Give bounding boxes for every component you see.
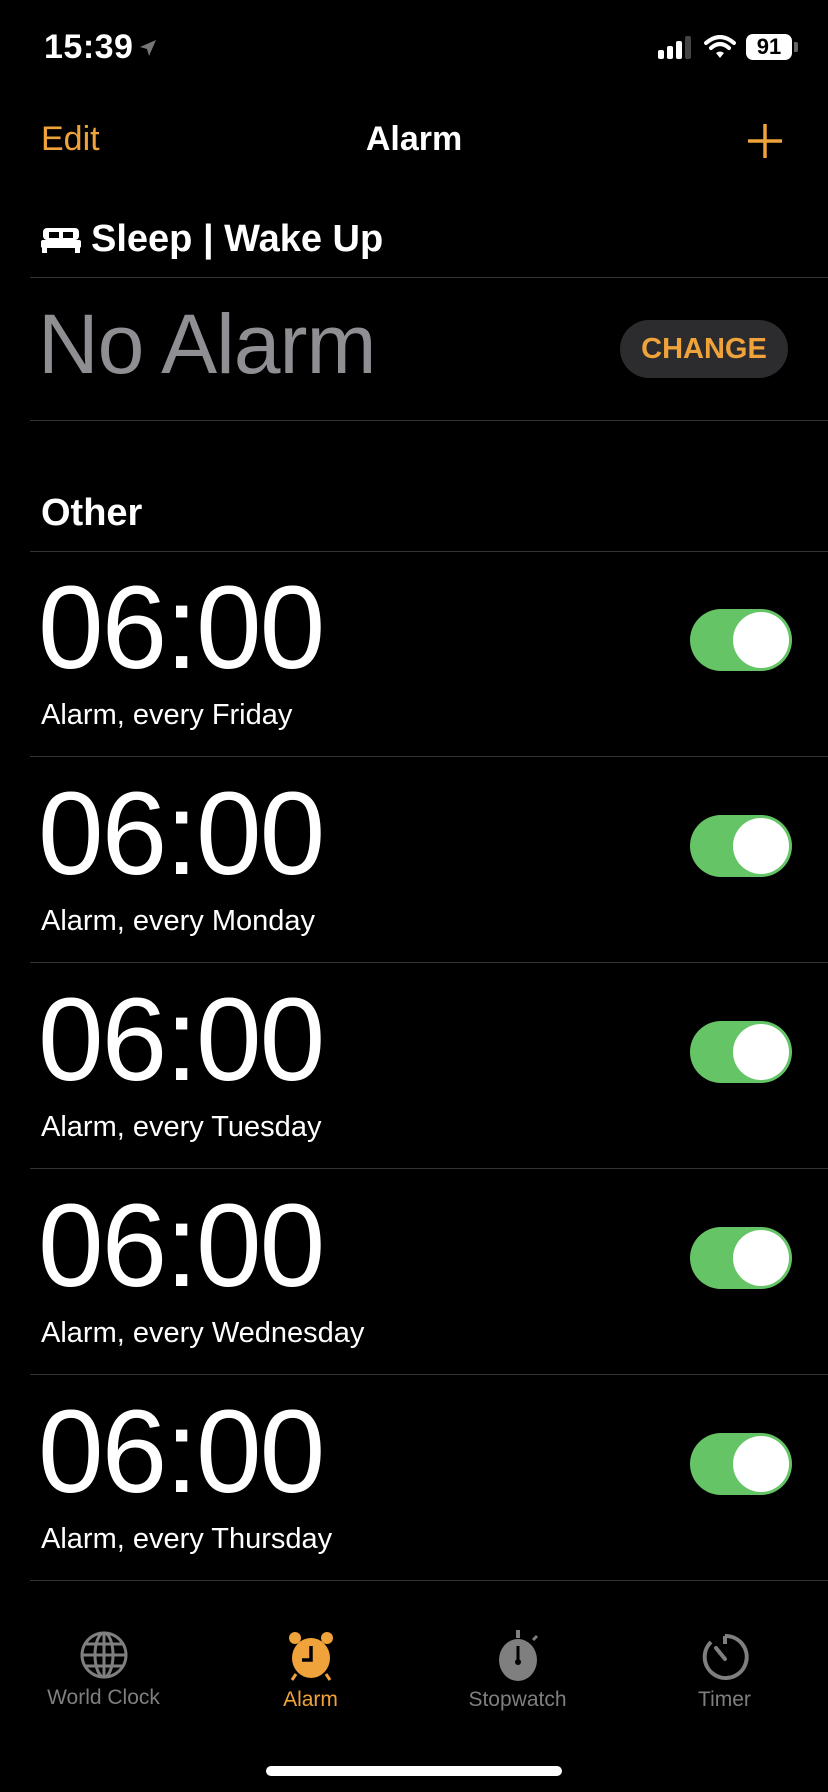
location-arrow-icon [140, 40, 156, 56]
tab-label: Stopwatch [468, 1688, 567, 1711]
divider [30, 420, 828, 421]
alarm-toggle[interactable] [690, 815, 792, 877]
alarm-toggle[interactable] [690, 1433, 792, 1495]
alarm-toggle[interactable] [690, 1227, 792, 1289]
alarm-row[interactable]: 06:00 Alarm, every Monday [0, 757, 828, 963]
sleep-alarm-status: No Alarm [38, 297, 376, 391]
alarm-time: 06:00 [38, 974, 325, 1106]
alarm-row[interactable]: 06:00 Alarm, every Tuesday [0, 963, 828, 1169]
alarm-label: Alarm, every Tuesday [41, 1111, 322, 1143]
tab-label: Timer [698, 1688, 751, 1711]
cellular-signal-icon [658, 36, 691, 59]
bed-icon [41, 227, 81, 253]
wifi-icon [704, 35, 736, 58]
alarm-toggle[interactable] [690, 1021, 792, 1083]
alarm-time: 06:00 [38, 1386, 325, 1518]
alarm-toggle[interactable] [690, 609, 792, 671]
tab-stopwatch[interactable]: Stopwatch [414, 1630, 621, 1712]
toggle-knob [733, 612, 789, 668]
alarm-label: Alarm, every Monday [41, 905, 315, 937]
alarm-label: Alarm, every Wednesday [41, 1317, 365, 1349]
alarm-row[interactable]: 06:00 Alarm, every Wednesday [0, 1169, 828, 1375]
change-sleep-button[interactable]: CHANGE [620, 320, 788, 378]
alarm-time: 06:00 [38, 562, 325, 694]
toggle-knob [733, 1230, 789, 1286]
alarm-time: 06:00 [38, 768, 325, 900]
timer-icon [702, 1633, 749, 1680]
sleep-section-header: Sleep | Wake Up [41, 218, 383, 261]
home-indicator[interactable] [266, 1766, 562, 1776]
divider [30, 277, 828, 278]
add-alarm-button[interactable] [746, 122, 784, 160]
page-title: Alarm [365, 120, 463, 158]
tab-timer[interactable]: Timer [621, 1630, 828, 1712]
globe-icon [80, 1631, 127, 1679]
tab-bar: World Clock Alarm Stopwatch Timer [0, 1630, 828, 1712]
alarm-row[interactable]: 06:00 Alarm, every Friday [0, 551, 828, 757]
toggle-knob [733, 1436, 789, 1492]
battery-tip [794, 42, 798, 52]
alarm-clock-icon [288, 1632, 333, 1681]
toggle-knob [733, 1024, 789, 1080]
sleep-header-label: Sleep | Wake Up [91, 218, 384, 260]
stopwatch-icon [498, 1630, 538, 1681]
tab-label: World Clock [47, 1686, 160, 1709]
status-time: 15:39 [44, 28, 134, 66]
divider [30, 1580, 828, 1581]
tab-alarm[interactable]: Alarm [207, 1630, 414, 1712]
other-section-header: Other [41, 492, 143, 534]
status-indicators: 91 [658, 34, 798, 60]
tab-world-clock[interactable]: World Clock [0, 1630, 207, 1712]
alarm-row[interactable]: 06:00 Alarm, every Thursday [0, 1375, 828, 1581]
tab-label: Alarm [283, 1688, 338, 1711]
toggle-knob [733, 818, 789, 874]
alarm-label: Alarm, every Thursday [41, 1523, 333, 1555]
alarm-time: 06:00 [38, 1180, 325, 1312]
battery-level: 91 [746, 34, 792, 60]
alarm-label: Alarm, every Friday [41, 699, 293, 731]
